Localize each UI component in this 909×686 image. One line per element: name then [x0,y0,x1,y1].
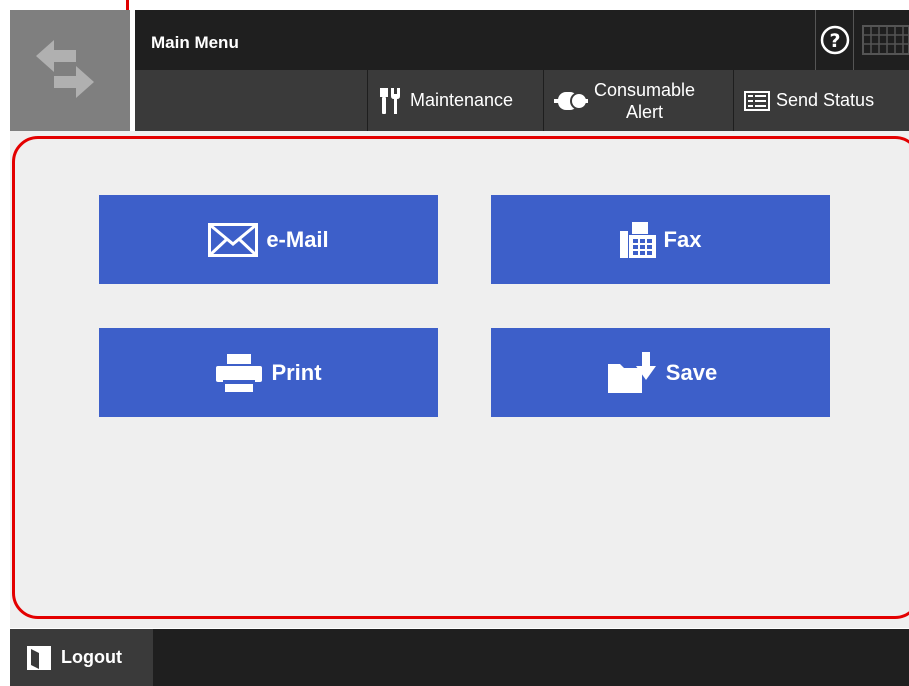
maintenance-button[interactable]: Maintenance [367,70,543,131]
consumable-label-line1: Consumable [594,79,696,100]
help-button[interactable]: ? [815,10,853,70]
logout-door-icon [26,645,52,671]
logout-button[interactable]: Logout [10,629,153,686]
consumable-label-line2: Alert [626,101,664,122]
keyboard-button[interactable] [853,10,909,70]
send-status-label: Send Status [776,90,875,110]
send-status-button[interactable]: Send Status [733,70,909,131]
consumable-alert-button[interactable]: Consumable Alert [543,70,733,131]
maintenance-label: Maintenance [410,90,514,110]
title-bar: Main Menu ? [135,10,909,70]
help-glyph: ? [829,30,840,52]
keyboard-icon [862,25,909,55]
toner-icon [554,90,588,112]
maintenance-tools-icon [378,86,404,116]
page-title: Main Menu [151,33,239,52]
send-status-list-icon [744,90,770,111]
help-icon: ? [820,25,849,55]
tool-bar: Maintenance Consumable Alert Send Status [135,70,909,131]
logout-label: Logout [61,647,122,667]
switch-arrows-icon [36,40,94,98]
bottom-bar: Logout [10,629,909,686]
switch-user-button[interactable] [10,10,130,131]
highlight-frame [12,136,909,619]
